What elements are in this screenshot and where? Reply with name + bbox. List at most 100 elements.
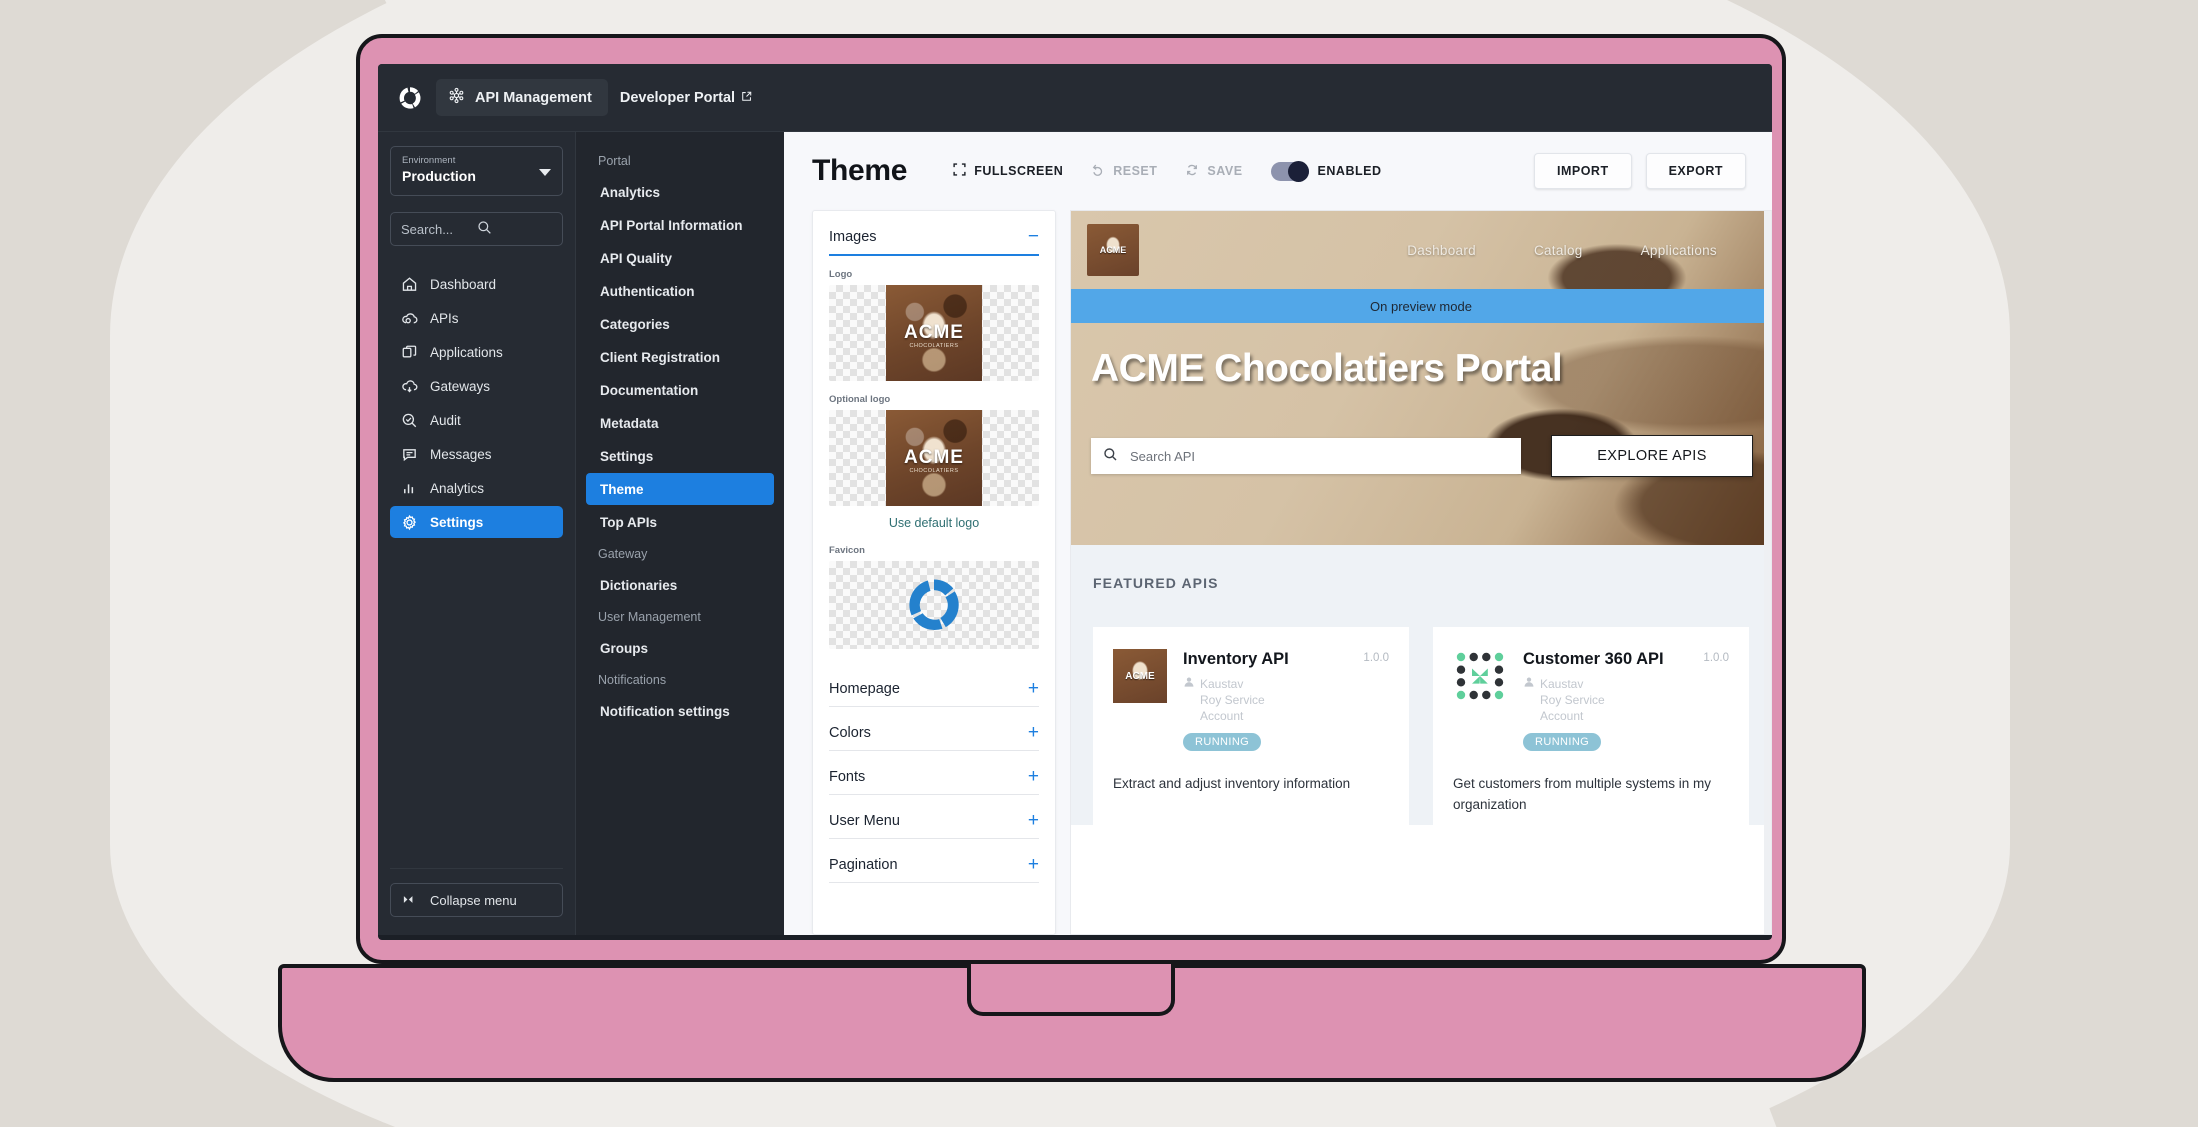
import-button[interactable]: IMPORT (1533, 153, 1632, 189)
dot-grid-icon (1453, 649, 1507, 703)
save-button[interactable]: SAVE (1185, 163, 1242, 180)
windows-icon (401, 344, 418, 361)
portal-preview: ACME Dashboard Catalog Applications On p… (1070, 210, 1772, 935)
gear-hex-icon (448, 87, 465, 108)
subnav-item-documentation[interactable]: Documentation (586, 374, 774, 406)
logo-subtext: CHOCOLATIERS (909, 468, 959, 474)
sidebar-item-apis[interactable]: APIs (390, 302, 563, 334)
sidebar-item-label: Messages (430, 446, 492, 462)
sidebar-item-label: Applications (430, 344, 503, 360)
chevron-down-icon (539, 169, 551, 176)
logo-image-slot[interactable]: ACME CHOCOLATIERS (829, 285, 1039, 381)
search-check-icon (401, 412, 418, 429)
ring-logo-icon[interactable] (396, 84, 424, 112)
developer-portal-link[interactable]: Developer Portal (620, 90, 752, 106)
sync-save-icon (1185, 163, 1199, 180)
api-card-title: Customer 360 API (1523, 650, 1664, 668)
subnav-item-dictionaries[interactable]: Dictionaries (586, 569, 774, 601)
api-card-description: Get customers from multiple systems in m… (1453, 776, 1712, 812)
accordion-header-homepage[interactable]: Homepage + (829, 663, 1039, 706)
accordion-title: Colors (829, 725, 871, 741)
enabled-toggle[interactable]: ENABLED (1270, 160, 1382, 182)
favicon-image-slot[interactable] (829, 561, 1039, 649)
sidebar-item-label: Audit (430, 412, 461, 428)
undo-icon (1091, 163, 1105, 180)
sidebar-item-messages[interactable]: Messages (390, 438, 563, 470)
portal-nav-links: Dashboard Catalog Applications (1407, 243, 1755, 258)
theme-accordion-panel: Images − Logo ACME CHOCOLATIERS Optional… (812, 210, 1056, 935)
sidebar-item-audit[interactable]: Audit (390, 404, 563, 436)
sidebar-search-input[interactable]: Search... (390, 212, 563, 246)
logo-field-label: Logo (829, 269, 853, 280)
subnav-item-label: Client Registration (600, 349, 721, 365)
person-icon (1523, 676, 1535, 724)
acme-chocolate-logo-icon: ACME (1087, 224, 1139, 276)
subnav-item-api-portal-information[interactable]: API Portal Information (586, 209, 774, 241)
sidebar-item-analytics[interactable]: Analytics (390, 472, 563, 504)
export-button[interactable]: EXPORT (1645, 153, 1746, 189)
subnav-item-groups[interactable]: Groups (586, 632, 774, 664)
api-card-inventory[interactable]: ACME Inventory API 1.0.0 Kaustav Roy Ser… (1093, 627, 1409, 833)
accordion-header-user-menu[interactable]: User Menu + (829, 795, 1039, 838)
subnav-item-label: Analytics (600, 184, 661, 200)
main-content: Theme FULLSCREEN RESET SAVE ENABLED IMPO… (784, 132, 1772, 935)
header-actions: IMPORT EXPORT (1533, 153, 1746, 189)
sidebar-item-dashboard[interactable]: Dashboard (390, 268, 563, 300)
plus-icon: + (1027, 766, 1039, 787)
featured-apis-cards: ACME Inventory API 1.0.0 Kaustav Roy Ser… (1093, 627, 1749, 833)
preview-scrollbar[interactable] (1764, 211, 1771, 934)
ring-logo-icon (901, 572, 967, 638)
portal-nav-catalog[interactable]: Catalog (1534, 243, 1583, 258)
subnav-item-theme[interactable]: Theme (586, 473, 774, 505)
sidebar-item-label: Gateways (430, 378, 491, 394)
portal-nav: ACME Dashboard Catalog Applications (1071, 211, 1771, 289)
subnav-item-metadata[interactable]: Metadata (586, 407, 774, 439)
subnav-item-client-registration[interactable]: Client Registration (586, 341, 774, 373)
toggle-switch[interactable] (1270, 160, 1309, 182)
api-card-owner: Kaustav Roy Service Account (1523, 676, 1729, 724)
subnav-item-analytics[interactable]: Analytics (586, 176, 774, 208)
portal-search-input[interactable]: Search API (1091, 438, 1521, 474)
subnav-item-notification-settings[interactable]: Notification settings (586, 695, 774, 727)
search-icon (477, 220, 553, 238)
card-top: Customer 360 API 1.0.0 Kaustav Roy Servi… (1453, 649, 1729, 751)
accordion-header-colors[interactable]: Colors + (829, 707, 1039, 750)
bar-chart-icon (401, 480, 418, 497)
subnav-item-top-apis[interactable]: Top APIs (586, 506, 774, 538)
accordion-header-fonts[interactable]: Fonts + (829, 751, 1039, 794)
app-chip-api-management[interactable]: API Management (436, 79, 608, 116)
secondary-sidebar: Portal Analytics API Portal Information … (576, 132, 784, 935)
collapse-menu-button[interactable]: Collapse menu (390, 883, 563, 917)
subnav-item-categories[interactable]: Categories (586, 308, 774, 340)
optional-logo-image-slot[interactable]: ACME CHOCOLATIERS (829, 410, 1039, 506)
subnav-item-settings[interactable]: Settings (586, 440, 774, 472)
subnav-item-authentication[interactable]: Authentication (586, 275, 774, 307)
use-default-logo-link[interactable]: Use default logo (829, 506, 1039, 532)
accordion-header-pagination[interactable]: Pagination + (829, 839, 1039, 882)
person-icon (1183, 676, 1195, 724)
sidebar-item-gateways[interactable]: Gateways (390, 370, 563, 402)
fullscreen-button[interactable]: FULLSCREEN (953, 163, 1063, 179)
environment-select[interactable]: Environment Production (390, 146, 563, 196)
sidebar-item-label: APIs (430, 310, 459, 326)
sidebar-item-label: Analytics (430, 480, 485, 496)
card-head: Inventory API 1.0.0 Kaustav Roy Service … (1183, 649, 1389, 751)
accordion-header-images[interactable]: Images − (829, 211, 1039, 254)
accordion-title: User Menu (829, 813, 900, 829)
portal-nav-applications[interactable]: Applications (1641, 243, 1717, 258)
subnav-item-label: Theme (600, 481, 644, 497)
card-title-row: Inventory API 1.0.0 (1183, 649, 1389, 669)
api-card-customer-360[interactable]: Customer 360 API 1.0.0 Kaustav Roy Servi… (1433, 627, 1749, 833)
subnav-item-api-quality[interactable]: API Quality (586, 242, 774, 274)
sidebar-item-settings[interactable]: Settings (390, 506, 563, 538)
explore-apis-button[interactable]: EXPLORE APIS (1551, 435, 1753, 477)
external-link-icon (741, 90, 752, 106)
api-card-owner-name: Kaustav Roy Service Account (1200, 677, 1265, 723)
portal-nav-dashboard[interactable]: Dashboard (1407, 243, 1476, 258)
reset-button[interactable]: RESET (1091, 163, 1157, 180)
card-head: Customer 360 API 1.0.0 Kaustav Roy Servi… (1523, 649, 1729, 751)
sidebar-item-applications[interactable]: Applications (390, 336, 563, 368)
card-top: ACME Inventory API 1.0.0 Kaustav Roy Ser… (1113, 649, 1389, 751)
screen: API Management Developer Portal Environm… (378, 64, 1772, 940)
primary-sidebar: Environment Production Search... Dashboa… (378, 132, 576, 935)
